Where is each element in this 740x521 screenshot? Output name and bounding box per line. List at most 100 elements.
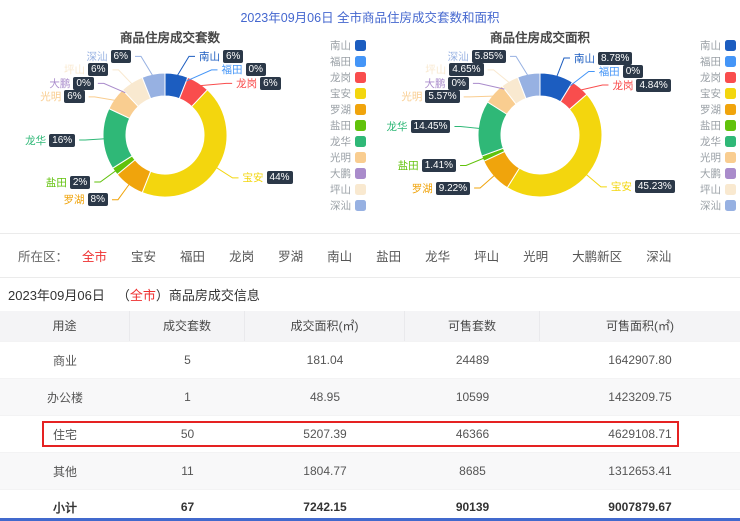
- legend-item-南山[interactable]: 南山: [700, 40, 736, 52]
- table-cell: 4629108.71: [540, 427, 740, 441]
- table-title-paren-open: （: [117, 288, 130, 303]
- filter-option-全市[interactable]: 全市: [82, 246, 107, 265]
- filter-option-龙岗[interactable]: 龙岗: [229, 246, 254, 265]
- legend-label: 龙华: [330, 134, 351, 149]
- pie-slice-宝安[interactable]: [142, 90, 227, 197]
- legend-item-龙岗[interactable]: 龙岗: [700, 72, 736, 84]
- label-line-光明: [89, 97, 118, 101]
- column-header: 可售面积(㎡): [540, 311, 740, 341]
- table-cell: 11: [130, 464, 245, 478]
- legend-item-深汕[interactable]: 深汕: [330, 200, 366, 212]
- table-cell: 住宅: [0, 426, 130, 443]
- legend-item-大鹏[interactable]: 大鹏: [700, 168, 736, 180]
- legend-item-龙华[interactable]: 龙华: [700, 136, 736, 148]
- legend-swatch: [355, 120, 366, 131]
- legend-label: 大鹏: [700, 166, 721, 181]
- filter-option-福田[interactable]: 福田: [180, 246, 205, 265]
- legend-label: 盐田: [330, 118, 351, 133]
- legend-label: 光明: [700, 150, 721, 165]
- filter-option-深汕[interactable]: 深汕: [646, 246, 671, 265]
- legend-item-福田[interactable]: 福田: [700, 56, 736, 68]
- column-header: 成交面积(㎡): [245, 311, 405, 341]
- legend-item-宝安[interactable]: 宝安: [330, 88, 366, 100]
- table-section-title: 2023年09月06日（全市）商品房成交信息: [0, 278, 740, 311]
- legend-label: 南山: [700, 38, 721, 53]
- units-donut-chart: 商品住房成交套数 南山6%福田0%龙岗6%宝安44%罗湖8%盐田2%龙华16%光…: [0, 23, 370, 233]
- table-cell: 1423209.75: [540, 390, 740, 404]
- legend-swatch: [725, 200, 736, 211]
- legend-label: 龙华: [700, 134, 721, 149]
- table-cell: 181.04: [245, 353, 405, 367]
- table-cell: 8685: [405, 464, 540, 478]
- legend-swatch: [355, 72, 366, 83]
- legend-label: 罗湖: [330, 102, 351, 117]
- district-filter: 所在区： 全市宝安福田龙岗罗湖南山盐田龙华坪山光明大鹏新区深汕: [0, 234, 740, 278]
- legend-swatch: [725, 40, 736, 51]
- legend-swatch: [725, 120, 736, 131]
- table-cell: 1: [130, 390, 245, 404]
- legend-swatch: [355, 168, 366, 179]
- table-row-其他: 其他111804.7786851312653.41: [0, 452, 740, 489]
- legend-item-光明[interactable]: 光明: [700, 152, 736, 164]
- legend-swatch: [725, 152, 736, 163]
- legend-label: 宝安: [700, 86, 721, 101]
- legend-label: 深汕: [700, 198, 721, 213]
- filter-option-南山[interactable]: 南山: [327, 246, 352, 265]
- area-donut-chart: 商品住房成交面积 南山8.78%福田0%龙岗4.84%宝安45.23%罗湖9.2…: [370, 23, 740, 233]
- filter-option-盐田[interactable]: 盐田: [376, 246, 401, 265]
- table-cell: 90139: [405, 500, 540, 514]
- units-donut-svg: [0, 23, 370, 233]
- table-row-住宅: 住宅505207.39463664629108.71: [0, 415, 740, 452]
- label-line-宝安: [214, 166, 239, 178]
- legend-label: 坪山: [700, 182, 721, 197]
- legend-item-罗湖[interactable]: 罗湖: [700, 104, 736, 116]
- legend-label: 龙岗: [330, 70, 351, 85]
- page-title-link[interactable]: 2023年09月06日 全市商品住房成交套数和面积: [0, 0, 740, 22]
- filter-option-大鹏新区[interactable]: 大鹏新区: [572, 246, 622, 265]
- legend-item-坪山[interactable]: 坪山: [330, 184, 366, 196]
- table-cell: 小计: [0, 499, 130, 516]
- table-body: 商业5181.04244891642907.80办公楼148.951059914…: [0, 341, 740, 521]
- filter-option-罗湖[interactable]: 罗湖: [278, 246, 303, 265]
- table-cell: 50: [130, 427, 245, 441]
- label-line-盐田: [460, 157, 486, 165]
- table-cell: 9007879.67: [540, 500, 740, 514]
- table-cell: 48.95: [245, 390, 405, 404]
- legend-item-深汕[interactable]: 深汕: [700, 200, 736, 212]
- legend-item-龙华[interactable]: 龙华: [330, 136, 366, 148]
- table-cell: 其他: [0, 463, 130, 480]
- filter-option-龙华[interactable]: 龙华: [425, 246, 450, 265]
- legend-item-南山[interactable]: 南山: [330, 40, 366, 52]
- table-cell: 1642907.80: [540, 353, 740, 367]
- units-chart-legend: 南山福田龙岗宝安罗湖盐田龙华光明大鹏坪山深汕: [330, 40, 366, 212]
- legend-label: 光明: [330, 150, 351, 165]
- filter-option-坪山[interactable]: 坪山: [474, 246, 499, 265]
- table-cell: 办公楼: [0, 389, 130, 406]
- column-header: 用途: [0, 311, 130, 341]
- legend-item-光明[interactable]: 光明: [330, 152, 366, 164]
- legend-item-坪山[interactable]: 坪山: [700, 184, 736, 196]
- table-cell: 5207.39: [245, 427, 405, 441]
- filter-option-光明[interactable]: 光明: [523, 246, 548, 265]
- table-cell: 24489: [405, 353, 540, 367]
- legend-swatch: [725, 104, 736, 115]
- legend-swatch: [725, 56, 736, 67]
- legend-item-盐田[interactable]: 盐田: [330, 120, 366, 132]
- legend-item-盐田[interactable]: 盐田: [700, 120, 736, 132]
- pie-slice-宝安[interactable]: [507, 94, 602, 197]
- filter-option-宝安[interactable]: 宝安: [131, 246, 156, 265]
- table-title-suffix: ）商品房成交信息: [156, 288, 260, 303]
- legend-swatch: [355, 200, 366, 211]
- legend-item-罗湖[interactable]: 罗湖: [330, 104, 366, 116]
- legend-swatch: [355, 184, 366, 195]
- column-header: 成交套数: [130, 311, 245, 341]
- column-header: 可售套数: [405, 311, 540, 341]
- legend-item-福田[interactable]: 福田: [330, 56, 366, 68]
- transactions-table: 用途成交套数成交面积(㎡)可售套数可售面积(㎡) 商业5181.04244891…: [0, 311, 740, 521]
- legend-item-大鹏[interactable]: 大鹏: [330, 168, 366, 180]
- legend-item-龙岗[interactable]: 龙岗: [330, 72, 366, 84]
- charts-section: 商品住房成交套数 南山6%福田0%龙岗6%宝安44%罗湖8%盐田2%龙华16%光…: [0, 23, 740, 234]
- legend-item-宝安[interactable]: 宝安: [700, 88, 736, 100]
- legend-swatch: [725, 136, 736, 147]
- legend-swatch: [355, 56, 366, 67]
